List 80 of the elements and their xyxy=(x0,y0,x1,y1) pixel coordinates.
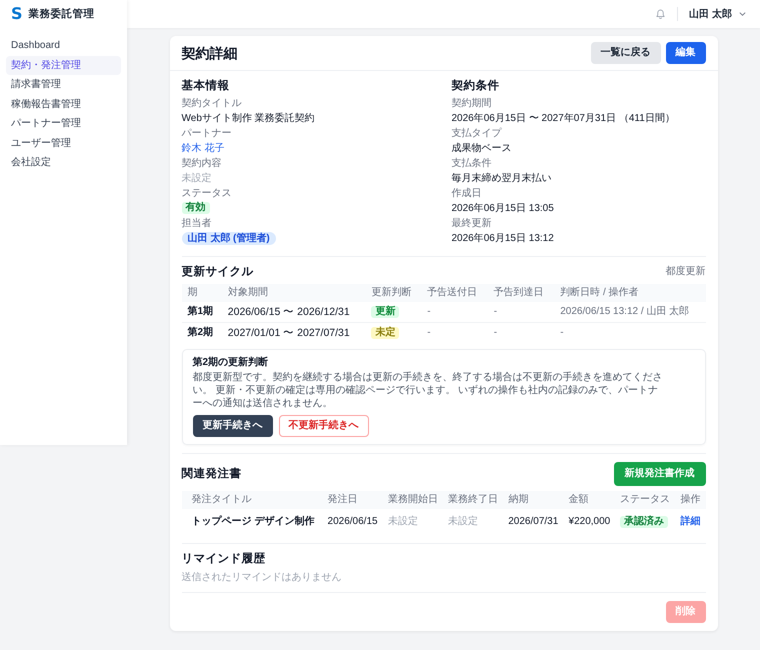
field-value: 2026年06月15日 〜 2027年07月31日 （411日間） xyxy=(452,112,675,124)
field-value: 成果物ベース xyxy=(452,142,512,154)
column-header: 発注タイトル xyxy=(182,491,324,509)
field-value: 2026年06月15日 13:05 xyxy=(452,202,554,214)
sidebar-item[interactable]: Dashboard xyxy=(6,36,121,56)
table-cell: 未設定 xyxy=(448,516,478,527)
column-header: 業務開始日 xyxy=(384,491,444,509)
sidebar-item[interactable]: 請求書管理 xyxy=(6,75,121,94)
assignee-tag: 山田 太郎 (管理者) xyxy=(182,232,276,244)
field-label: 担当者 xyxy=(182,218,212,230)
renewal-type: 都度更新 xyxy=(666,266,706,278)
table-cell: 2026/06/15 〜 2026/12/31 xyxy=(222,302,366,322)
table-cell: ¥220,000 xyxy=(568,516,610,527)
notice-text: 都度更新型です。契約を継続する場合は更新の手続きを、終了する場合は不更新の手続きを進めてください。 更新・不更新の確定は専用の確認ページで行います。 いずれの操作も社内の記録のみで、パートナーへの通知は送信されません。 xyxy=(192,371,664,410)
sidebar-item[interactable]: ユーザー管理 xyxy=(6,134,121,153)
chevron-down-icon xyxy=(739,12,746,16)
sidebar-item[interactable]: 契約・発注管理 xyxy=(6,56,121,75)
field-value: 2026年06月15日 13:12 xyxy=(452,232,554,244)
decision-badge: 未定 xyxy=(371,327,400,339)
field-label: 契約期間 xyxy=(452,98,492,110)
column-header: 対象期間 xyxy=(222,284,366,302)
field-label: ステータス xyxy=(182,188,232,200)
table-cell: 未設定 xyxy=(388,516,418,527)
table-cell: 2026/06/15 xyxy=(328,516,378,527)
sidebar-item[interactable]: 会社設定 xyxy=(6,153,121,172)
column-header: 金額 xyxy=(564,491,616,509)
status-badge: 有効 xyxy=(182,202,210,214)
decision-badge: 更新 xyxy=(371,306,400,318)
column-header: 予告送付日 xyxy=(421,284,488,302)
column-header: 期 xyxy=(182,284,222,302)
renew-button[interactable]: 更新手続きへ xyxy=(192,415,272,437)
detail-link[interactable]: 詳細 xyxy=(680,516,700,527)
table-cell: - xyxy=(421,302,488,322)
field-label: 支払タイプ xyxy=(452,128,503,140)
column-header: 業務終了日 xyxy=(444,491,504,509)
field-value: 未設定 xyxy=(182,172,212,184)
table-cell: トップページ デザイン制作 xyxy=(192,516,314,527)
column-header: 予告到達日 xyxy=(488,284,554,302)
column-header: ステータス xyxy=(616,491,676,509)
section-heading: 関連発注書 xyxy=(182,467,242,481)
back-button[interactable]: 一覧に戻る xyxy=(590,42,660,64)
section-heading: 基本情報 xyxy=(182,79,230,93)
column-header: 納期 xyxy=(504,491,565,509)
field-label: 契約内容 xyxy=(182,158,222,170)
table-cell: - xyxy=(488,302,554,322)
edit-button[interactable]: 編集 xyxy=(666,42,706,64)
field-label: 支払条件 xyxy=(452,158,492,170)
column-header: 判断日時 / 操作者 xyxy=(554,284,706,302)
table-cell: - xyxy=(554,322,706,343)
field-label: 契約タイトル xyxy=(182,98,242,110)
logo-mark: S xyxy=(11,6,23,22)
table-cell: 2026/06/15 13:12 / 山田 太郎 xyxy=(554,302,706,322)
column-header: 操作 xyxy=(676,491,706,509)
table-cell: - xyxy=(421,322,488,343)
table-cell: - xyxy=(488,322,554,343)
user-menu[interactable]: 山田 太郎 xyxy=(689,7,746,21)
notice-title: 第2期の更新判断 xyxy=(192,356,270,369)
decline-button[interactable]: 不更新手続きへ xyxy=(278,415,368,437)
column-header: 発注日 xyxy=(324,491,384,509)
status-badge: 承認済み xyxy=(620,516,668,528)
sidebar-item[interactable]: 稼働報告書管理 xyxy=(6,94,121,114)
table-cell: 第2期 xyxy=(182,322,222,343)
table-cell: 2026/07/31 xyxy=(508,516,558,527)
field-label: 作成日 xyxy=(452,188,482,200)
section-heading: 更新サイクル xyxy=(182,265,254,279)
field-value: 毎月末締め翌月末払い xyxy=(452,172,552,184)
bell-icon[interactable] xyxy=(655,8,666,20)
page-title: 契約詳細 xyxy=(182,44,238,62)
section-heading: リマインド履歴 xyxy=(182,552,266,566)
field-value: Webサイト制作 業務委託契約 xyxy=(182,112,315,124)
table-cell: 2027/01/01 〜 2027/07/31 xyxy=(222,322,366,343)
field-label: パートナー xyxy=(182,128,232,140)
table-cell: 第1期 xyxy=(182,302,222,322)
field-label: 最終更新 xyxy=(452,218,492,230)
sidebar-item[interactable]: パートナー管理 xyxy=(6,114,121,134)
section-heading: 契約条件 xyxy=(452,79,500,93)
empty-message: 送信されたリマインドはありません xyxy=(182,571,342,584)
partner-link[interactable]: 鈴木 花子 xyxy=(182,142,224,154)
column-header: 更新判断 xyxy=(365,284,422,302)
app-name: 業務委託管理 xyxy=(28,7,95,21)
